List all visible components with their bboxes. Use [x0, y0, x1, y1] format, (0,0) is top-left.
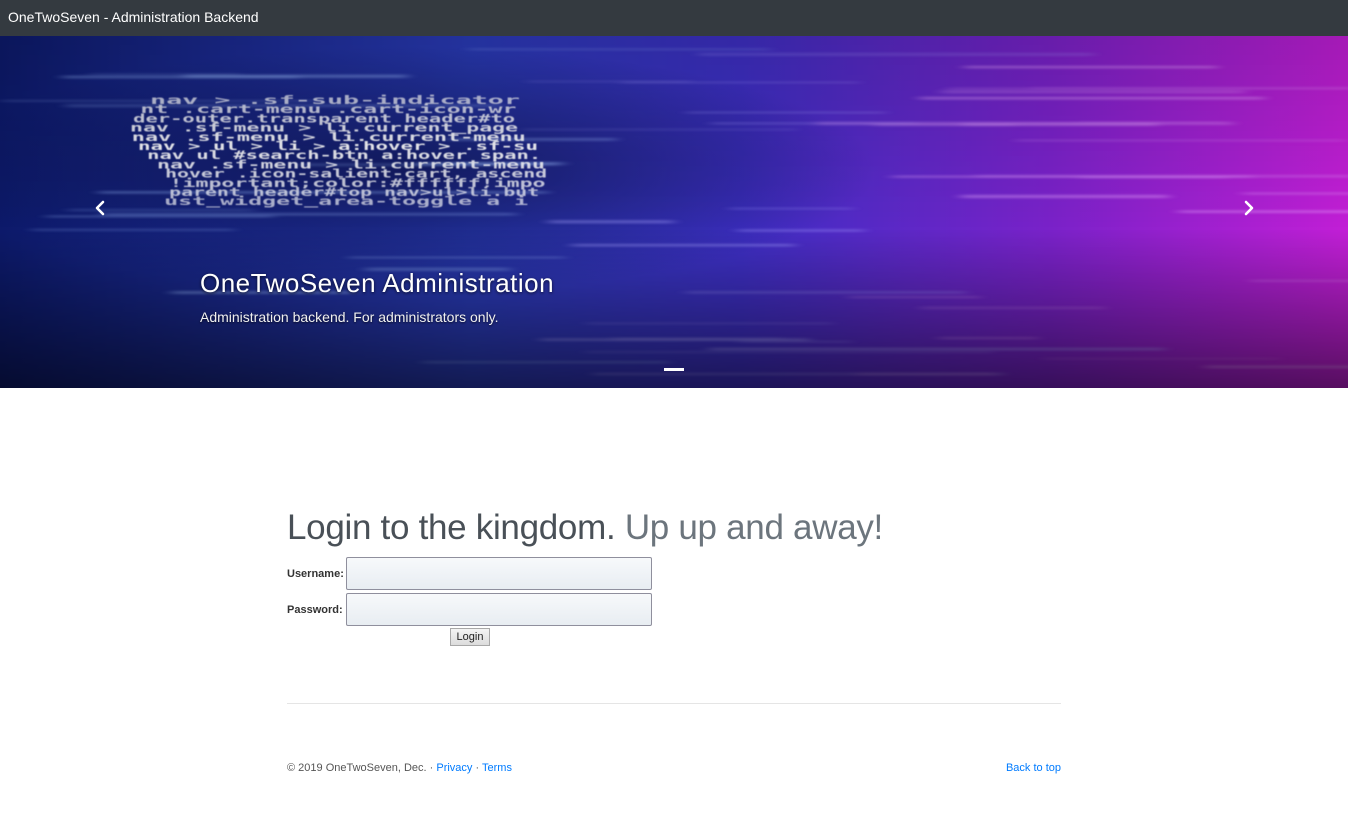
footer-right: Back to top — [1006, 762, 1061, 774]
carousel-caption-title: OneTwoSeven Administration — [200, 268, 555, 298]
footer-privacy-link[interactable]: Privacy — [436, 762, 472, 774]
footer-divider — [287, 703, 1061, 704]
chevron-left-icon — [95, 200, 105, 216]
back-to-top-link[interactable]: Back to top — [1006, 762, 1061, 774]
login-button[interactable]: Login — [450, 628, 490, 646]
carousel-prev-button[interactable] — [88, 196, 112, 220]
login-heading-main: Login to the kingdom. — [287, 508, 616, 547]
username-label: Username: — [287, 568, 344, 580]
chevron-right-icon — [1244, 200, 1254, 216]
password-label: Password: — [287, 604, 343, 616]
username-input[interactable] — [346, 557, 652, 590]
footer-separator: · — [475, 762, 480, 774]
footer-left: © 2019 OneTwoSeven, Dec. · Privacy · Ter… — [287, 762, 512, 774]
login-heading-subtitle: Up up and away! — [624, 508, 883, 547]
hero-carousel: nav > .sf-sub-indicatornt .cart-menu .ca… — [0, 36, 1348, 388]
carousel-next-button[interactable] — [1237, 196, 1261, 220]
carousel-caption-text: Administration backend. For administrato… — [200, 309, 499, 325]
footer-terms-link[interactable]: Terms — [482, 762, 512, 774]
carousel-indicator-active[interactable] — [664, 368, 684, 371]
login-heading: Login to the kingdom. Up up and away! — [287, 508, 883, 548]
navbar-brand-link[interactable]: OneTwoSeven - Administration Backend — [8, 9, 259, 25]
footer-copyright: © 2019 OneTwoSeven, Dec. · — [287, 762, 434, 774]
password-input[interactable] — [346, 593, 652, 626]
top-navbar: OneTwoSeven - Administration Backend — [0, 0, 1348, 36]
carousel-background-image: nav > .sf-sub-indicatornt .cart-menu .ca… — [0, 36, 1348, 388]
